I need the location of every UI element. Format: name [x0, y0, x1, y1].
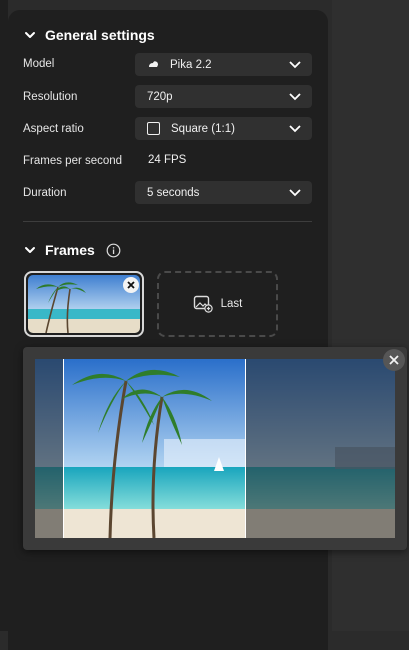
duration-label: Duration [23, 187, 67, 199]
left-edge [0, 0, 8, 631]
divider [23, 221, 312, 222]
model-label: Model [23, 58, 55, 70]
first-frame-thumbnail[interactable] [24, 271, 144, 337]
add-image-icon [193, 295, 213, 313]
general-settings-header[interactable]: General settings [24, 27, 155, 43]
chevron-down-icon [25, 247, 35, 253]
model-select[interactable]: Pika 2.2 [135, 53, 312, 76]
crop-popover [23, 347, 407, 550]
fps-value: 24 FPS [148, 154, 187, 166]
crop-preview[interactable] [35, 359, 395, 538]
aspect-square-icon [147, 122, 160, 135]
general-settings-title: General settings [45, 27, 155, 43]
frames-header[interactable]: Frames [24, 242, 121, 258]
chevron-down-icon [289, 125, 301, 133]
frames-title: Frames [45, 242, 95, 258]
chevron-down-icon [289, 61, 301, 69]
chevron-down-icon [289, 189, 301, 197]
aspect-ratio-select[interactable]: Square (1:1) [135, 117, 312, 140]
model-value: Pika 2.2 [170, 58, 212, 71]
chevron-down-icon [289, 93, 301, 101]
resolution-value: 720p [147, 90, 173, 103]
info-icon[interactable] [106, 243, 121, 258]
resolution-label: Resolution [23, 91, 78, 103]
remove-frame-button[interactable] [123, 277, 139, 293]
duration-value: 5 seconds [147, 186, 200, 199]
beach-image [64, 359, 245, 538]
aspect-ratio-label: Aspect ratio [23, 123, 84, 135]
close-icon [127, 281, 135, 289]
crop-selection[interactable] [63, 359, 246, 538]
last-frame-label: Last [220, 298, 243, 310]
chevron-down-icon [25, 32, 35, 38]
aspect-ratio-value: Square (1:1) [171, 122, 235, 135]
close-popover-button[interactable] [383, 349, 405, 371]
pika-logo-icon [149, 61, 158, 67]
resolution-select[interactable]: 720p [135, 85, 312, 108]
last-frame-slot[interactable]: Last [157, 271, 278, 337]
fps-label: Frames per second [23, 155, 123, 167]
close-icon [389, 355, 399, 365]
duration-select[interactable]: 5 seconds [135, 181, 312, 204]
